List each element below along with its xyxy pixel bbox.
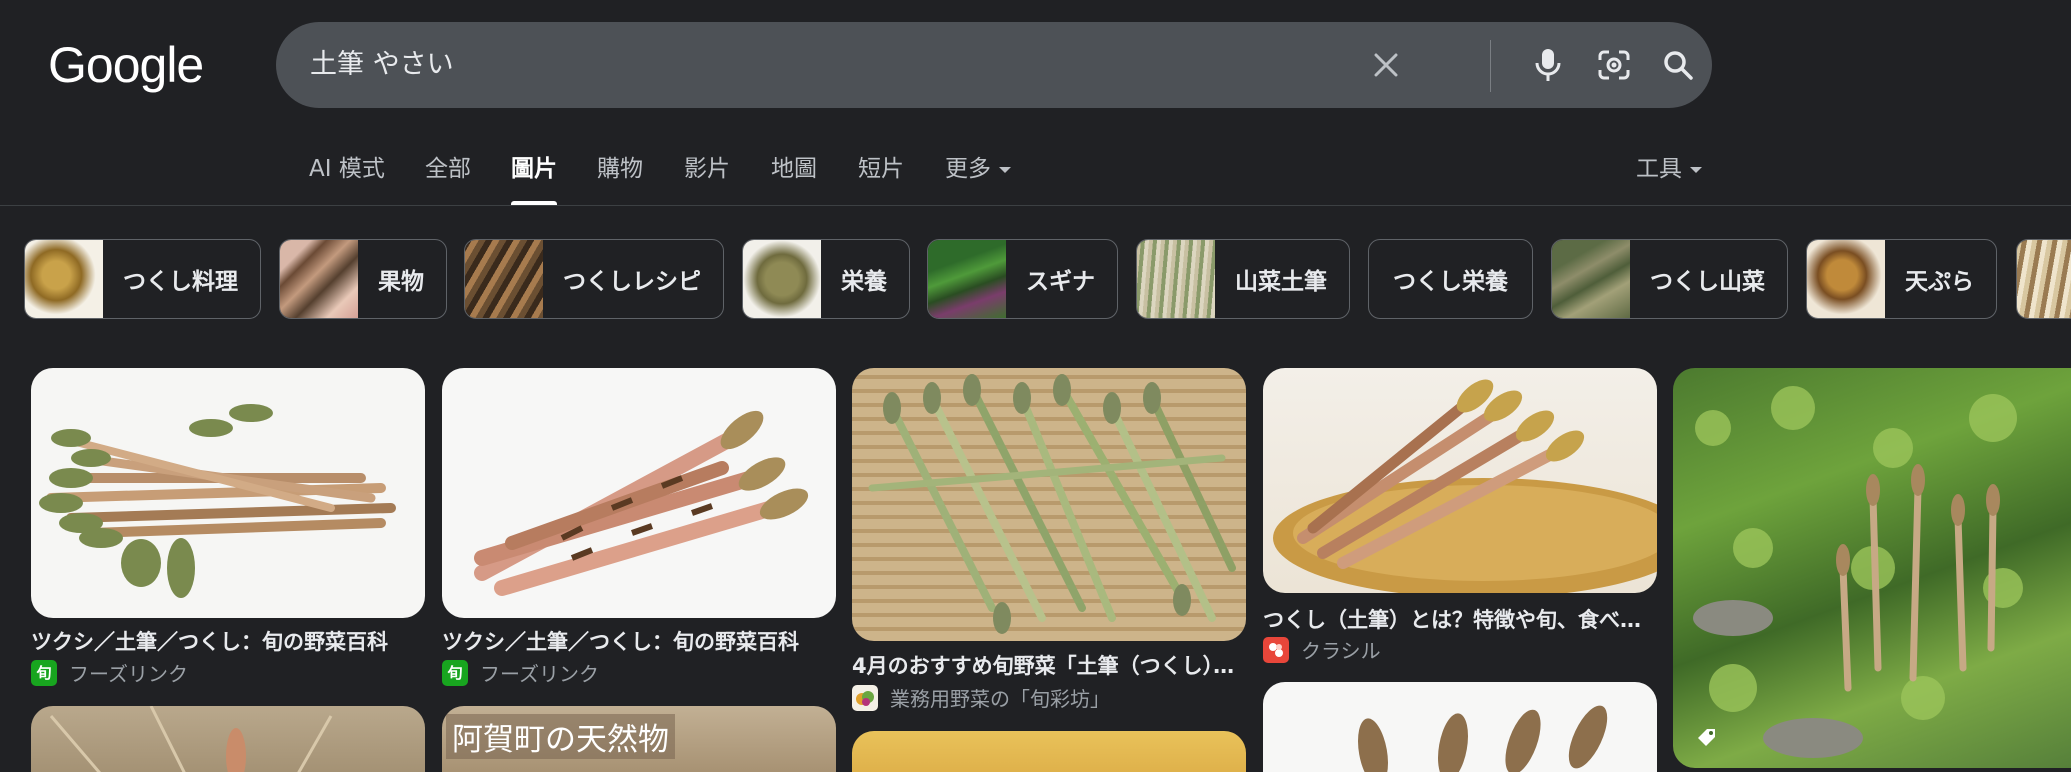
chip-label: 山菜土筆	[1235, 269, 1327, 295]
tab-videos[interactable]: 影片	[684, 150, 730, 206]
chip-fruit[interactable]: 果物	[279, 239, 447, 319]
chip-thumbnail	[25, 240, 103, 318]
result-source[interactable]: 旬 フーズリンク	[31, 658, 188, 687]
chevron-down-icon	[1690, 166, 1702, 173]
result-image[interactable]	[31, 706, 425, 772]
chip-label: 果物	[378, 269, 424, 295]
tab-images[interactable]: 圖片	[511, 150, 557, 206]
chip-thumbnail	[465, 240, 543, 318]
result-image[interactable]	[31, 368, 425, 618]
result-card[interactable]	[1263, 682, 1657, 772]
search-tabs: AI 模式 全部 圖片 購物 影片 地圖 短片 更多 工具	[0, 150, 2071, 206]
tools-button[interactable]: 工具	[1636, 150, 1702, 206]
chip-label: つくし料理	[123, 269, 238, 295]
result-title[interactable]: つくし（土筆）とは？特徴や旬、食べ方…	[1263, 604, 1657, 634]
result-image[interactable]	[1263, 682, 1657, 772]
chip-label: つくし山菜	[1650, 269, 1765, 295]
result-card[interactable]: 阿賀町の天然物	[442, 706, 836, 772]
chip-partial[interactable]	[2016, 239, 2071, 319]
result-card[interactable]: つくし（土筆）とは？特徴や旬、食べ方… クラシル	[1263, 368, 1657, 668]
chip-tsukushi-eiyou[interactable]: つくし栄養	[1368, 239, 1533, 319]
mic-icon[interactable]	[1530, 47, 1566, 83]
result-image[interactable]	[852, 731, 1246, 772]
result-source[interactable]: 旬 フーズリンク	[442, 658, 599, 687]
search-input[interactable]: 土筆 やさい	[310, 22, 454, 108]
tab-more-label: 更多	[945, 156, 991, 182]
result-card[interactable]: 4月のおすすめ旬野菜「土筆（つくし）」… 業務用野菜の「旬彩坊」	[852, 368, 1246, 713]
favicon-icon	[852, 684, 878, 711]
chip-thumbnail	[743, 240, 821, 318]
result-title[interactable]: 4月のおすすめ旬野菜「土筆（つくし）」…	[852, 650, 1246, 680]
tab-shopping[interactable]: 購物	[597, 150, 643, 206]
chip-thumbnail	[2017, 240, 2071, 318]
chip-thumbnail	[1552, 240, 1630, 318]
result-image[interactable]: 阿賀町の天然物	[442, 706, 836, 772]
result-image[interactable]	[442, 368, 836, 618]
chip-label: つくしレシピ	[563, 269, 701, 295]
image-overlay-text: 阿賀町の天然物	[446, 714, 675, 759]
result-card[interactable]	[852, 731, 1246, 772]
search-icon[interactable]	[1660, 47, 1696, 83]
tab-ai-mode[interactable]: AI 模式	[309, 150, 385, 206]
chip-tsukushi-recipe[interactable]: つくしレシピ	[464, 239, 724, 319]
result-card[interactable]	[1673, 368, 2071, 772]
result-source-name: クラシル	[1301, 639, 1381, 663]
chip-nutrition[interactable]: 栄養	[742, 239, 910, 319]
tag-icon[interactable]	[1695, 726, 1719, 755]
search-results-page: Google 土筆 やさい AI 模式 全部 圖片 購物 影片 地圖 短片 更多…	[0, 0, 2071, 772]
result-source[interactable]: 業務用野菜の「旬彩坊」	[852, 683, 1110, 712]
result-title[interactable]: ツクシ／土筆／つくし：旬の野菜百科	[442, 626, 836, 656]
result-image[interactable]	[1263, 368, 1657, 593]
chip-label: 天ぷら	[1905, 269, 1974, 295]
favicon-icon	[1263, 636, 1289, 663]
lens-icon[interactable]	[1596, 47, 1632, 83]
favicon-icon: 旬	[442, 659, 468, 686]
chip-thumbnail	[1807, 240, 1885, 318]
search-divider	[1490, 40, 1491, 92]
tabs-divider	[0, 205, 2071, 206]
tools-label: 工具	[1636, 156, 1682, 182]
chip-tempura[interactable]: 天ぷら	[1806, 239, 1997, 319]
result-card[interactable]: ツクシ／土筆／つくし：旬の野菜百科 旬 フーズリンク	[442, 368, 836, 688]
related-chips: つくし料理 果物 つくしレシピ 栄養 スギナ 山菜土筆 つくし栄養 つくし山菜	[0, 239, 2071, 321]
result-source[interactable]: クラシル	[1263, 635, 1381, 664]
result-card[interactable]: ツクシ／土筆／つくし：旬の野菜百科 旬 フーズリンク	[31, 368, 425, 688]
result-card[interactable]	[31, 706, 425, 772]
google-logo[interactable]: Google	[48, 36, 204, 94]
tab-maps[interactable]: 地圖	[771, 150, 817, 206]
chevron-down-icon	[999, 166, 1011, 173]
chip-thumbnail	[280, 240, 358, 318]
tab-more[interactable]: 更多	[945, 150, 1011, 206]
chip-tsukushi-ryori[interactable]: つくし料理	[24, 239, 261, 319]
chip-sansai-tsukushi[interactable]: 山菜土筆	[1136, 239, 1350, 319]
chip-label: 栄養	[841, 269, 887, 295]
favicon-icon: 旬	[31, 659, 57, 686]
result-source-name: フーズリンク	[480, 662, 599, 686]
tab-shorts[interactable]: 短片	[858, 150, 904, 206]
chip-label: つくし栄養	[1393, 269, 1508, 295]
result-source-name: 業務用野菜の「旬彩坊」	[890, 687, 1110, 711]
chip-thumbnail	[1137, 240, 1215, 318]
chip-label: スギナ	[1026, 269, 1095, 295]
chip-sugina[interactable]: スギナ	[927, 239, 1118, 319]
clear-icon[interactable]	[1368, 47, 1404, 83]
result-title[interactable]: ツクシ／土筆／つくし：旬の野菜百科	[31, 626, 425, 656]
tab-all[interactable]: 全部	[425, 150, 471, 206]
result-image[interactable]	[1673, 368, 2071, 768]
chip-thumbnail	[928, 240, 1006, 318]
chip-tsukushi-sansai[interactable]: つくし山菜	[1551, 239, 1788, 319]
result-source-name: フーズリンク	[69, 662, 188, 686]
result-image[interactable]	[852, 368, 1246, 641]
search-box[interactable]: 土筆 やさい	[276, 22, 1712, 108]
